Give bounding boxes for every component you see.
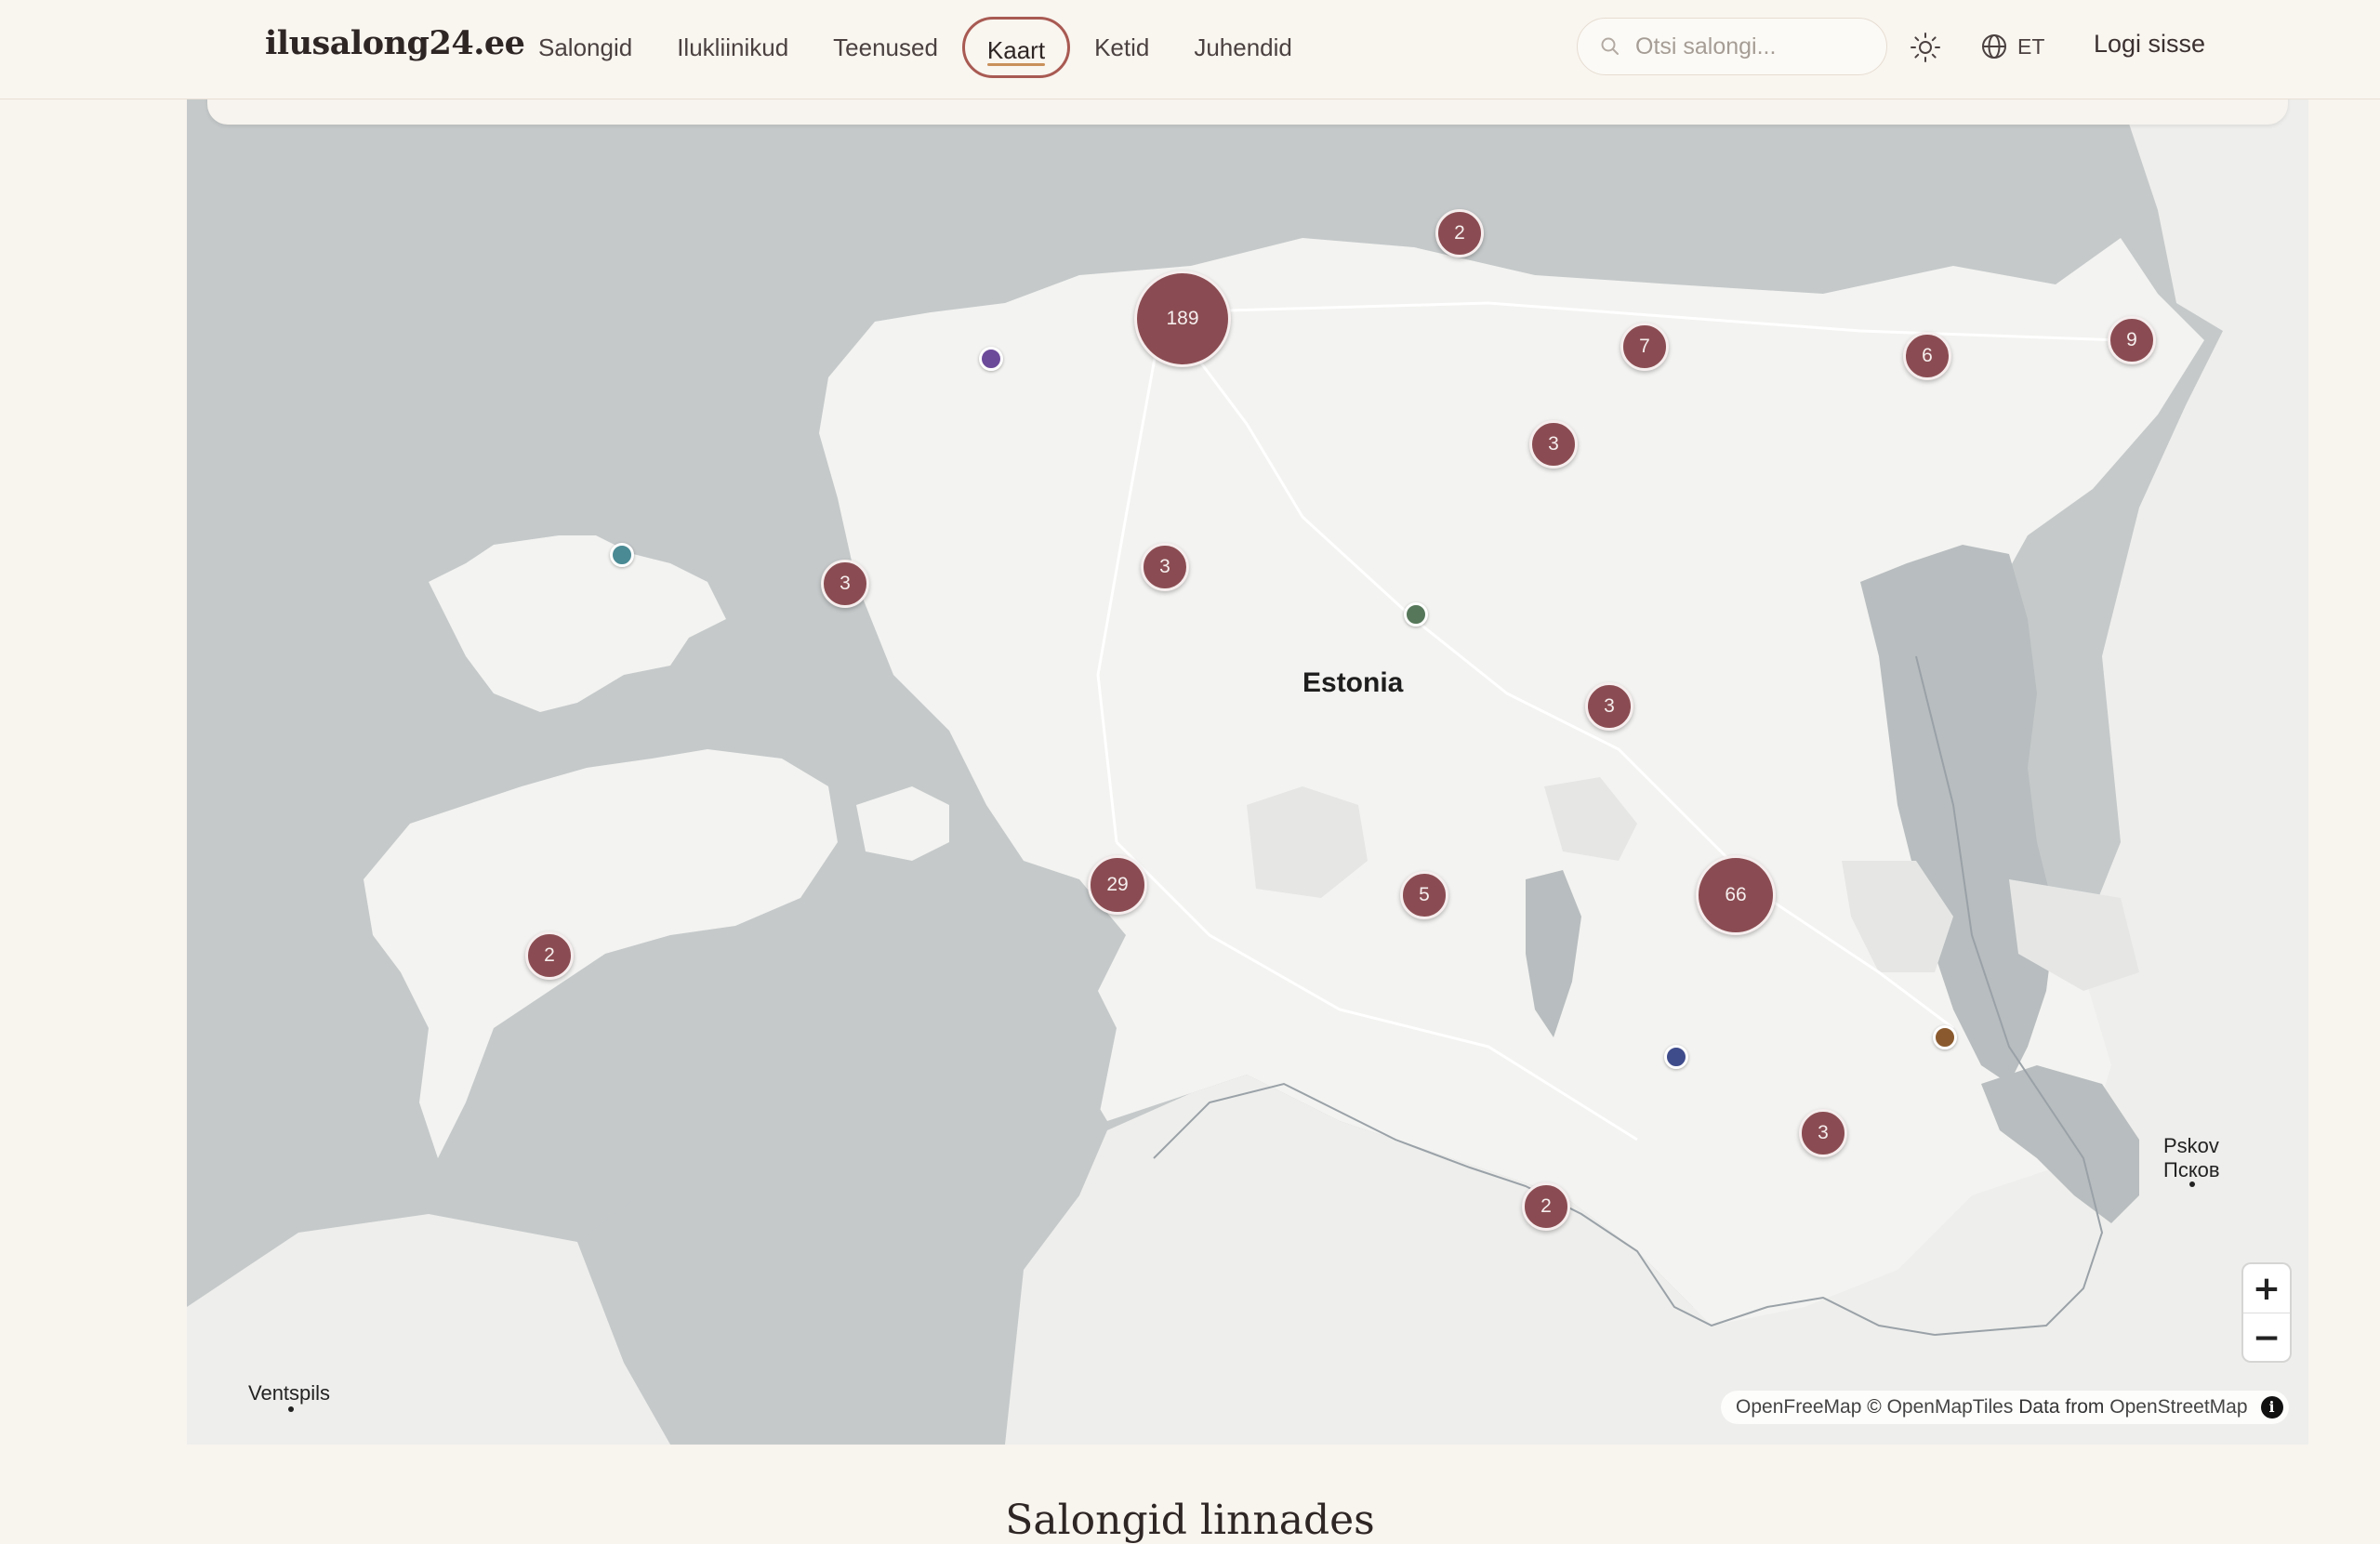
salon-pin[interactable] — [1404, 602, 1428, 627]
cluster-marker[interactable]: 2 — [1435, 209, 1484, 257]
cluster-marker[interactable]: 29 — [1088, 855, 1147, 915]
zoom-out-button[interactable]: − — [2243, 1313, 2290, 1362]
attribution-copyright: © — [1867, 1396, 1882, 1418]
section-title: Salongid linnades — [1005, 1497, 1375, 1544]
cluster-marker[interactable]: 3 — [1141, 543, 1189, 591]
cluster-marker[interactable]: 7 — [1620, 323, 1669, 371]
attribution-data-from: Data from — [2018, 1396, 2105, 1418]
city-label-ventspils: Ventspils — [248, 1381, 331, 1405]
main-nav: Salongid Ilukliinikud Teenused Kaart Ket… — [516, 15, 1315, 80]
zoom-controls: + − — [2243, 1264, 2290, 1361]
country-label: Estonia — [1302, 667, 1404, 698]
cluster-marker[interactable]: 189 — [1134, 271, 1231, 367]
city-label-pskov: Pskov Псков — [2163, 1134, 2220, 1182]
cluster-marker[interactable]: 3 — [1585, 682, 1633, 731]
nav-teenused[interactable]: Teenused — [811, 17, 960, 78]
cluster-marker[interactable]: 2 — [525, 931, 574, 980]
map-filter-bar — [207, 99, 2288, 125]
zoom-in-button[interactable]: + — [2243, 1264, 2290, 1313]
search-input[interactable] — [1633, 32, 1870, 61]
search-icon — [1601, 37, 1619, 55]
info-icon[interactable]: i — [2260, 1396, 2283, 1419]
attribution-openstreetmap-link[interactable]: OpenStreetMap — [2109, 1396, 2247, 1419]
search-box[interactable] — [1577, 18, 1887, 75]
sun-icon[interactable] — [1908, 30, 1943, 65]
globe-icon — [1982, 34, 2006, 59]
map-basemap — [187, 99, 2308, 1445]
city-label-pskov-cyrillic: Псков — [2163, 1158, 2220, 1181]
salon-pin[interactable] — [1664, 1045, 1688, 1069]
nav-ketid[interactable]: Ketid — [1072, 17, 1171, 78]
nav-salongid[interactable]: Salongid — [516, 17, 654, 78]
site-logo[interactable]: ilusalong24.ee — [265, 24, 525, 62]
top-header: ilusalong24.ee Salongid Ilukliinikud Tee… — [0, 0, 2380, 99]
cluster-marker[interactable]: 2 — [1522, 1182, 1570, 1231]
cluster-marker[interactable]: 3 — [821, 560, 869, 608]
salon-pin[interactable] — [979, 347, 1003, 371]
attribution-openfreemap-link[interactable]: OpenFreeMap — [1736, 1396, 1861, 1419]
nav-ilukliinikud[interactable]: Ilukliinikud — [654, 17, 811, 78]
cluster-marker[interactable]: 6 — [1903, 332, 1951, 380]
nav-juhendid[interactable]: Juhendid — [1171, 17, 1315, 78]
cluster-marker[interactable]: 3 — [1529, 420, 1578, 468]
language-switcher[interactable]: ET — [1980, 28, 2044, 65]
attribution-openmaptiles-link[interactable]: OpenMapTiles — [1887, 1396, 2014, 1419]
city-label-pskov-latin: Pskov — [2163, 1134, 2219, 1157]
language-label: ET — [2017, 33, 2045, 59]
cluster-marker[interactable]: 9 — [2108, 316, 2156, 364]
cluster-marker[interactable]: 5 — [1400, 871, 1448, 919]
map-attribution: OpenFreeMap © OpenMapTiles Data from Ope… — [1721, 1391, 2289, 1424]
nav-kaart[interactable]: Kaart — [961, 17, 1071, 78]
login-link[interactable]: Logi sisse — [2094, 30, 2205, 59]
cluster-marker[interactable]: 66 — [1696, 855, 1776, 935]
salon-pin[interactable] — [610, 543, 634, 567]
salon-pin[interactable] — [1933, 1025, 1957, 1049]
salon-map[interactable]: Estonia Pskov Псков Ventspils 189 2 7 6 … — [187, 99, 2308, 1445]
cluster-marker[interactable]: 3 — [1799, 1109, 1847, 1157]
